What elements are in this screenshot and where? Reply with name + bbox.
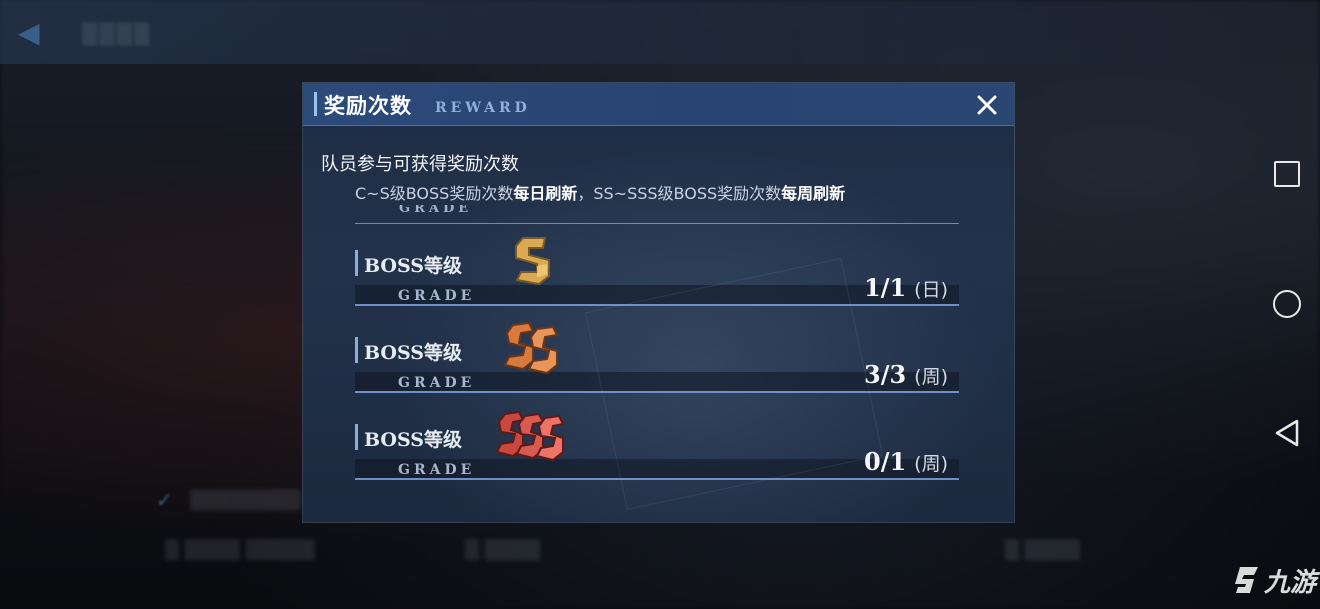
- note-part-1: C~S级BOSS奖励次数: [355, 184, 514, 203]
- boss-grade-label: BOSS等级: [364, 342, 462, 364]
- reward-description: 队员参与可获得奖励次数: [321, 154, 519, 175]
- system-back-button[interactable]: [1268, 414, 1306, 452]
- cut-grade-label: GRADE: [399, 205, 473, 216]
- row-divider: [355, 478, 959, 480]
- count-value: 3/3: [864, 360, 907, 389]
- note-daily-refresh: 每日刷新: [513, 184, 578, 203]
- note-weekly-refresh: 每周刷新: [781, 184, 846, 203]
- row-accent-bar: [355, 250, 358, 276]
- rank-s-icon: [515, 237, 550, 286]
- reward-dialog: 奖励次数 REWARD 队员参与可获得奖励次数 C~S级BOSS奖励次数每日刷新…: [303, 83, 1014, 522]
- dialog-header: 奖励次数 REWARD: [303, 83, 1014, 126]
- close-button[interactable]: [971, 89, 1003, 121]
- boss-grade-row-s: BOSS等级 GRADE 1/1 (日): [355, 228, 959, 313]
- back-triangle-icon: [1275, 419, 1299, 447]
- count-value: 0/1: [864, 447, 907, 476]
- square-icon: [1274, 161, 1300, 187]
- watermark-text: 九游: [1264, 567, 1317, 598]
- period-label: (周): [914, 366, 948, 388]
- refresh-note: C~S级BOSS奖励次数每日刷新，SS~SSS级BOSS奖励次数每周刷新: [355, 180, 845, 204]
- site-watermark: 九游: [1232, 560, 1316, 600]
- reward-count: 1/1 (日): [864, 273, 948, 302]
- dialog-title: 奖励次数: [324, 93, 412, 118]
- blurred-check-icon: ✓: [156, 488, 173, 512]
- row-accent-bar: [355, 424, 358, 450]
- row-divider: [355, 304, 959, 306]
- reward-count: 0/1 (周): [864, 447, 948, 476]
- blurred-option-text: ▒▒▒▒▒▒▒▒: [190, 490, 301, 511]
- reward-count: 3/3 (周): [864, 360, 948, 389]
- period-label: (日): [914, 279, 948, 301]
- period-label: (周): [914, 453, 948, 475]
- rank-ss-icon: [503, 321, 559, 375]
- row-divider: [355, 391, 959, 393]
- note-part-3: ，SS~SSS级BOSS奖励次数: [577, 184, 782, 203]
- blurred-bottom-item-3: ▒ ▒▒▒▒: [1005, 540, 1080, 561]
- boss-grade-row-ss: BOSS等级 GRADE 3/3 (周): [355, 315, 959, 400]
- rank-sss-icon: [495, 410, 565, 462]
- grade-label: GRADE: [398, 288, 476, 304]
- circle-icon: [1273, 290, 1301, 318]
- header-accent-bar: [314, 92, 317, 116]
- boss-grade-label: BOSS等级: [364, 429, 462, 451]
- grade-label: GRADE: [398, 462, 476, 478]
- grade-label: GRADE: [398, 375, 476, 391]
- blurred-top-bar: [0, 0, 1320, 64]
- scrolled-row-remnant: GRADE: [355, 205, 959, 224]
- blurred-back-arrow-icon: ◀: [18, 16, 40, 49]
- recent-apps-button[interactable]: [1268, 155, 1306, 193]
- boss-grade-label: BOSS等级: [364, 255, 462, 277]
- home-button[interactable]: [1268, 285, 1306, 323]
- blurred-page-title: ▒▒▒▒: [82, 22, 152, 46]
- jiuyou-logo-icon: [1235, 567, 1258, 593]
- close-icon: [977, 95, 997, 115]
- boss-grade-row-sss: BOSS等级 GRADE 0/1 (周): [355, 402, 959, 487]
- blurred-bottom-item-2: ▒ ▒▒▒▒: [465, 540, 540, 561]
- dialog-subtitle: REWARD: [435, 100, 531, 116]
- row-accent-bar: [355, 337, 358, 363]
- blurred-bottom-item-1: ▒ ▒▒▒▒ ▒▒▒▒▒: [165, 540, 315, 561]
- count-value: 1/1: [864, 273, 907, 302]
